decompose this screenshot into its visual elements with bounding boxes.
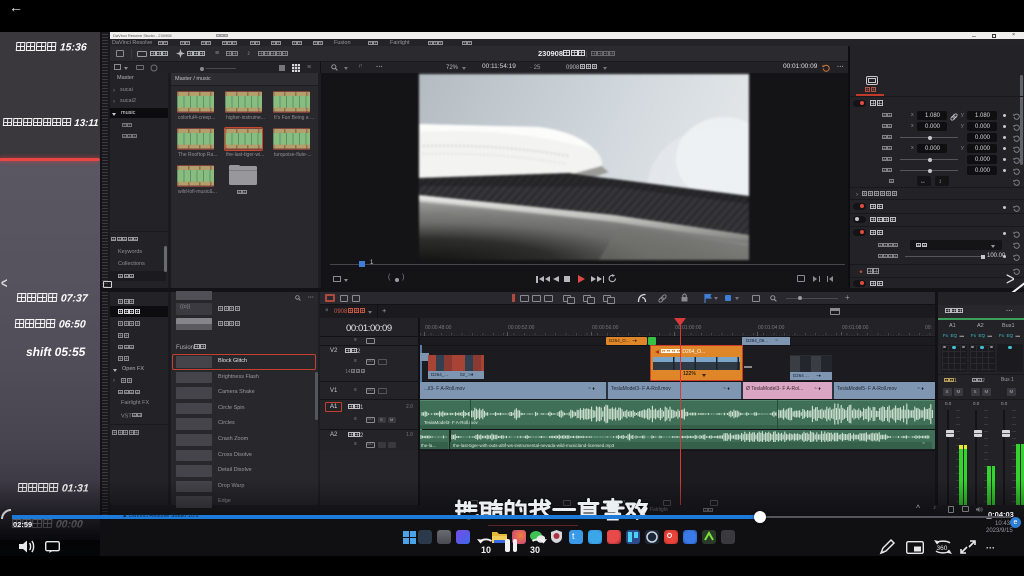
svg-text:360: 360 xyxy=(937,545,948,552)
svg-text:30: 30 xyxy=(530,545,540,555)
svg-text:10: 10 xyxy=(481,545,491,555)
